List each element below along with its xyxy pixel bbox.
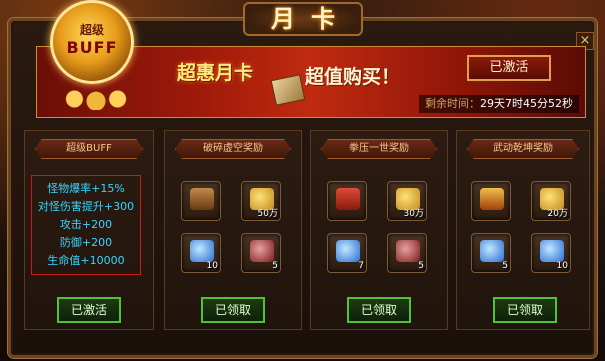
red-gem-icon [250, 240, 274, 262]
claim-button[interactable]: 已领取 [493, 297, 557, 323]
item-qty: 50万 [257, 209, 278, 219]
banner-activated-button[interactable]: 已激活 [467, 55, 551, 81]
reward-slot[interactable] [327, 181, 367, 221]
blue-gem-icon [190, 240, 214, 262]
item-qty: 5 [502, 261, 508, 271]
panel-header: 破碎虚空奖励 [175, 139, 291, 159]
panel-header: 武动乾坤奖励 [467, 139, 579, 159]
super-buff-badge-icon: 超级 BUFF [50, 0, 134, 84]
window-title: 月卡 [271, 4, 351, 33]
gift-icon [336, 188, 360, 210]
reward-panel-1: 破碎虚空奖励 50万 10 5 已领取 [164, 130, 302, 330]
chest-icon [190, 188, 214, 210]
reward-slot[interactable]: 5 [241, 233, 281, 273]
reward-slot[interactable]: 30万 [387, 181, 427, 221]
stat-monster-damage: 对怪伤害提升+300 [37, 200, 135, 213]
item-qty: 5 [272, 261, 278, 271]
countdown: 剩余时间：29天7时45分52秒 [419, 95, 579, 113]
item-qty: 7 [358, 261, 364, 271]
reward-slot[interactable]: 10 [181, 233, 221, 273]
gold-coins-icon [60, 88, 132, 110]
buff-activated-button[interactable]: 已激活 [57, 297, 121, 323]
window-title-plate: 月卡 [243, 2, 363, 36]
blue-gem-icon [540, 240, 564, 262]
banner-subtitle: 超值购买！ [305, 66, 401, 88]
reward-slot[interactable] [471, 181, 511, 221]
stat-hp: 生命值+10000 [47, 254, 125, 267]
badge-main-text: BUFF [66, 38, 118, 57]
reward-slot[interactable]: 20万 [531, 181, 571, 221]
reward-panel-3: 武动乾坤奖励 20万 5 10 已领取 [456, 130, 590, 330]
reward-slot[interactable] [181, 181, 221, 221]
banner-title: 超惠月卡 [177, 62, 254, 84]
blue-gem-icon [336, 240, 360, 262]
super-buff-panel: 超级BUFF 怪物爆率+15% 对怪伤害提升+300 攻击+200 防御+200… [24, 130, 154, 330]
item-qty: 30万 [403, 209, 424, 219]
reward-slot[interactable]: 10 [531, 233, 571, 273]
red-gem-icon [396, 240, 420, 262]
countdown-value: 29天7时45分52秒 [480, 97, 573, 110]
item-qty: 10 [556, 261, 568, 271]
reward-slot[interactable]: 5 [387, 233, 427, 273]
panel-header: 超级BUFF [35, 139, 143, 159]
item-qty: 10 [206, 261, 218, 271]
item-qty: 20万 [547, 209, 568, 219]
buff-stats-box: 怪物爆率+15% 对怪伤害提升+300 攻击+200 防御+200 生命值+10… [31, 175, 141, 275]
countdown-label: 剩余时间： [425, 97, 480, 110]
card-icon [270, 74, 306, 106]
stat-drop-rate: 怪物爆率+15% [47, 182, 125, 195]
reward-panel-2: 拳压一世奖励 30万 7 5 已领取 [310, 130, 448, 330]
blue-gem-icon [480, 240, 504, 262]
stat-defense: 防御+200 [59, 236, 113, 249]
stat-attack: 攻击+200 [59, 218, 113, 231]
claim-button[interactable]: 已领取 [347, 297, 411, 323]
reward-slot[interactable]: 50万 [241, 181, 281, 221]
armor-icon [480, 188, 504, 210]
reward-slot[interactable]: 5 [471, 233, 511, 273]
panel-header: 拳压一世奖励 [321, 139, 437, 159]
badge-top-text: 超级 [79, 23, 104, 37]
claim-button[interactable]: 已领取 [201, 297, 265, 323]
reward-slot[interactable]: 7 [327, 233, 367, 273]
item-qty: 5 [418, 261, 424, 271]
